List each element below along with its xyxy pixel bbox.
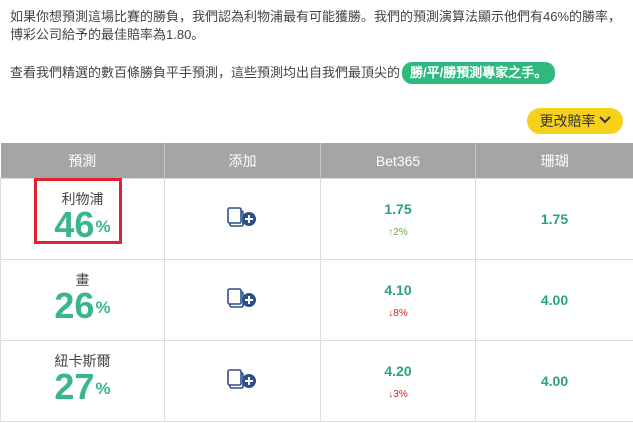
coral-odds: 4.00: [540, 292, 569, 308]
change-odds-button[interactable]: 更改賠率: [527, 108, 623, 134]
add-cell: [164, 178, 321, 260]
odds-change-value: 8%: [393, 307, 408, 319]
intro-text: 如果你想預測這場比賽的勝負，我們認為利物浦最有可能獲勝。我們的預測演算法顯示他們…: [10, 8, 625, 84]
highlight-box: [34, 178, 122, 244]
odds-change: ↓3%: [321, 389, 475, 400]
add-to-betslip-icon[interactable]: [226, 205, 259, 229]
bet365-odds-cell[interactable]: 1.75 ↑2%: [320, 178, 476, 260]
coral-odds-cell[interactable]: 4.00: [475, 340, 633, 422]
add-cell: [164, 340, 321, 422]
percent-sign: %: [95, 298, 111, 317]
header-coral: 珊瑚: [475, 143, 633, 179]
bet365-odds: 1.75: [384, 200, 412, 217]
odds-change: ↓8%: [321, 308, 475, 319]
coral-odds-cell[interactable]: 1.75: [475, 178, 633, 260]
add-to-betslip-icon[interactable]: [226, 286, 259, 310]
intro-line-1: 如果你想預測這場比賽的勝負，我們認為利物浦最有可能獲勝。我們的預測演算法顯示他們…: [10, 9, 622, 42]
percent-sign: %: [95, 379, 111, 398]
bet365-odds: 4.20: [384, 362, 412, 379]
table-row: 紐卡斯爾 27% 4.20 ↓3% 4.00: [0, 340, 633, 422]
prediction-cell: 畫 26%: [0, 259, 165, 341]
coral-odds: 1.75: [540, 211, 569, 227]
chevron-down-icon: [598, 115, 611, 127]
bet365-odds: 4.10: [384, 281, 412, 298]
header-bet365: Bet365: [320, 143, 476, 179]
header-prediction: 預測: [0, 143, 165, 179]
intro-line-2-text: 查看我們精選的數百條勝負平手預測，這些預測均出自我們最頂尖的: [10, 65, 401, 80]
table-row: 畫 26% 4.10 ↓8% 4.00: [0, 259, 633, 341]
odds-change: ↑2%: [321, 227, 475, 238]
win-percent: 26%: [1, 288, 164, 324]
change-odds-label: 更改賠率: [539, 113, 596, 129]
experts-link[interactable]: 勝/平/勝預測專家之手。: [402, 62, 556, 84]
bet365-odds-cell[interactable]: 4.10 ↓8%: [320, 259, 476, 341]
table-header-row: 預測 添加 Bet365 珊瑚: [0, 143, 633, 179]
odds-change-value: 2%: [393, 226, 408, 238]
header-add: 添加: [164, 143, 321, 179]
percent-value: 27: [54, 366, 95, 407]
add-cell: [164, 259, 321, 341]
prediction-cell: 紐卡斯爾 27%: [0, 340, 165, 422]
win-percent: 27%: [1, 369, 164, 405]
coral-odds: 4.00: [540, 373, 569, 389]
intro-line-2: 查看我們精選的數百條勝負平手預測，這些預測均出自我們最頂尖的 勝/平/勝預測專家…: [10, 62, 625, 84]
add-to-betslip-icon[interactable]: [226, 367, 259, 391]
bet365-odds-cell[interactable]: 4.20 ↓3%: [320, 340, 476, 422]
coral-odds-cell[interactable]: 4.00: [475, 259, 633, 341]
odds-change-value: 3%: [393, 388, 408, 400]
percent-value: 26: [54, 285, 95, 326]
